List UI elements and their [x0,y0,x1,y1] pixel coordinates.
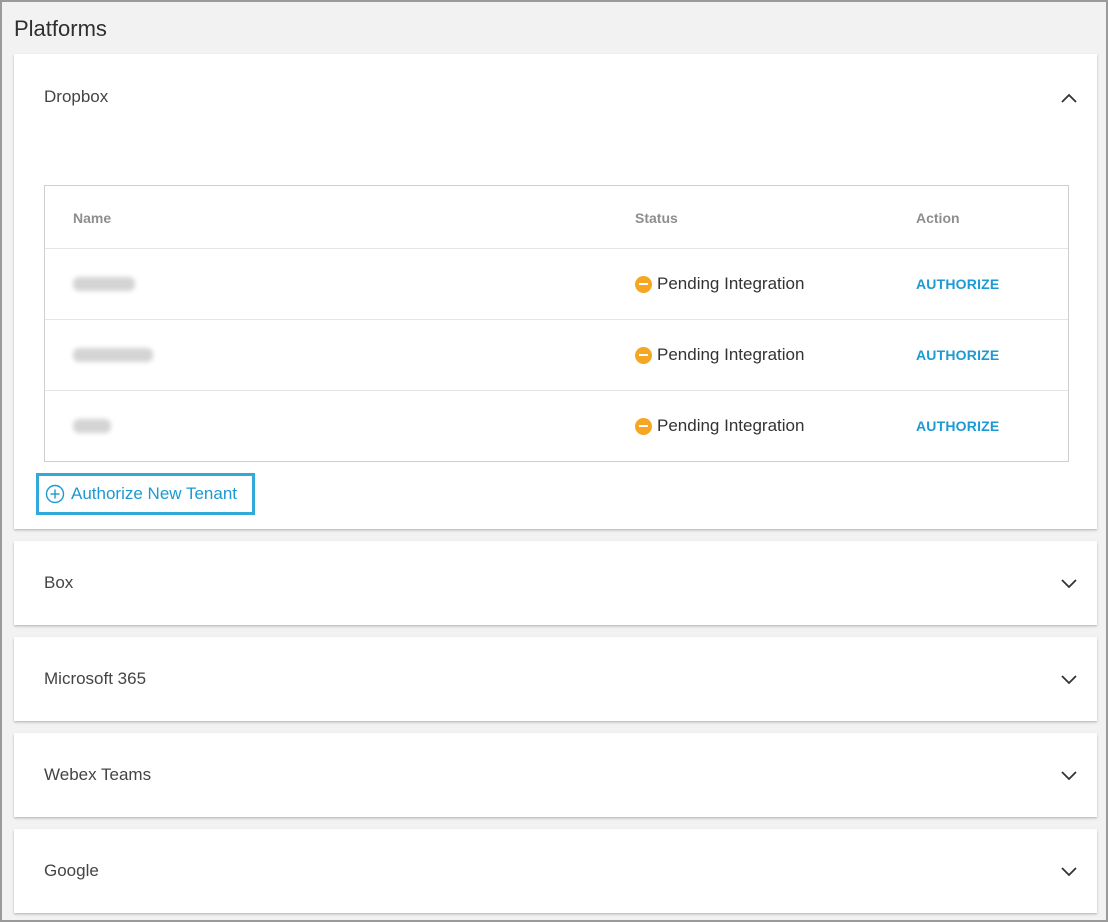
column-header-status: Status [635,210,678,226]
pending-status-icon [635,346,652,364]
status-cell: Pending Integration [635,345,804,365]
panel-microsoft-365[interactable]: Microsoft 365 [14,637,1097,721]
status-text: Pending Integration [657,274,805,293]
panel-title-dropbox[interactable]: Dropbox [44,87,108,107]
chevron-down-icon[interactable] [1059,669,1079,689]
table-row: Pending Integration AUTHORIZE [45,390,1068,461]
panel-google[interactable]: Google [14,829,1097,913]
panel-box[interactable]: Box [14,541,1097,625]
panel-title-google: Google [44,861,99,880]
table-row: Pending Integration AUTHORIZE [45,248,1068,319]
authorize-button[interactable]: AUTHORIZE [916,347,999,363]
chevron-down-icon[interactable] [1059,573,1079,593]
status-cell: Pending Integration [635,416,804,436]
chevron-down-icon[interactable] [1059,861,1079,881]
chevron-up-icon[interactable] [1059,88,1079,108]
panel-dropbox: Dropbox Name Status Action Pending Integ… [14,54,1097,529]
add-circle-icon [45,484,65,504]
pending-status-icon [635,417,652,435]
tenant-name-redacted [73,277,135,291]
tenant-table: Name Status Action Pending Integration A… [44,185,1069,462]
tenant-name-redacted [73,419,111,433]
column-header-action: Action [916,210,960,226]
column-header-name: Name [73,210,112,226]
tenant-name-redacted [73,348,153,362]
platforms-page: Platforms Dropbox Name Status Action Pen… [0,0,1108,922]
panel-title-webex-teams: Webex Teams [44,765,152,784]
status-text: Pending Integration [657,345,805,364]
panel-title-microsoft-365: Microsoft 365 [44,669,147,688]
table-row: Pending Integration AUTHORIZE [45,319,1068,390]
authorize-button[interactable]: AUTHORIZE [916,276,999,292]
chevron-down-icon[interactable] [1059,765,1079,785]
panel-webex-teams[interactable]: Webex Teams [14,733,1097,817]
authorize-new-tenant-button[interactable]: Authorize New Tenant [36,473,255,515]
authorize-new-tenant-label: Authorize New Tenant [71,484,238,503]
panel-title-box: Box [44,573,74,592]
pending-status-icon [635,275,652,293]
status-text: Pending Integration [657,416,805,435]
status-cell: Pending Integration [635,274,804,294]
authorize-button[interactable]: AUTHORIZE [916,418,999,434]
page-title: Platforms [14,16,107,41]
